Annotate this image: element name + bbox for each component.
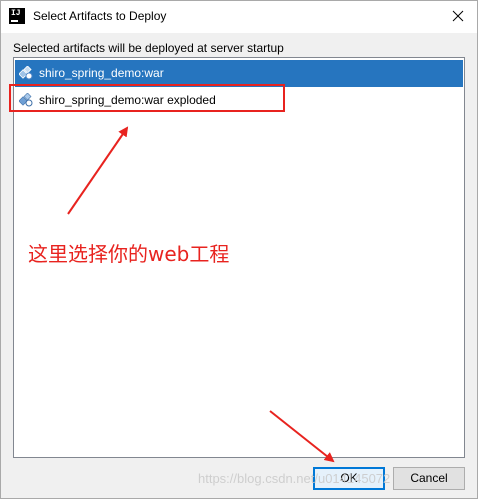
- artifacts-caption: Selected artifacts will be deployed at s…: [13, 41, 284, 55]
- close-icon: [452, 10, 464, 22]
- artifact-item-war[interactable]: shiro_spring_demo:war: [15, 60, 463, 87]
- cancel-button[interactable]: Cancel: [393, 467, 465, 490]
- app-icon-text: IJ: [11, 9, 21, 18]
- artifact-label: shiro_spring_demo:war: [39, 66, 164, 80]
- artifact-icon: [19, 66, 33, 80]
- title-bar: IJ Select Artifacts to Deploy: [1, 1, 477, 33]
- ok-button[interactable]: OK: [313, 467, 385, 490]
- annotation-text: 这里选择你的web工程: [28, 242, 230, 266]
- close-button[interactable]: [445, 5, 471, 27]
- intellij-app-icon: IJ: [9, 8, 25, 24]
- annotation-highlight-box: [9, 84, 285, 112]
- dialog-title: Select Artifacts to Deploy: [33, 9, 167, 23]
